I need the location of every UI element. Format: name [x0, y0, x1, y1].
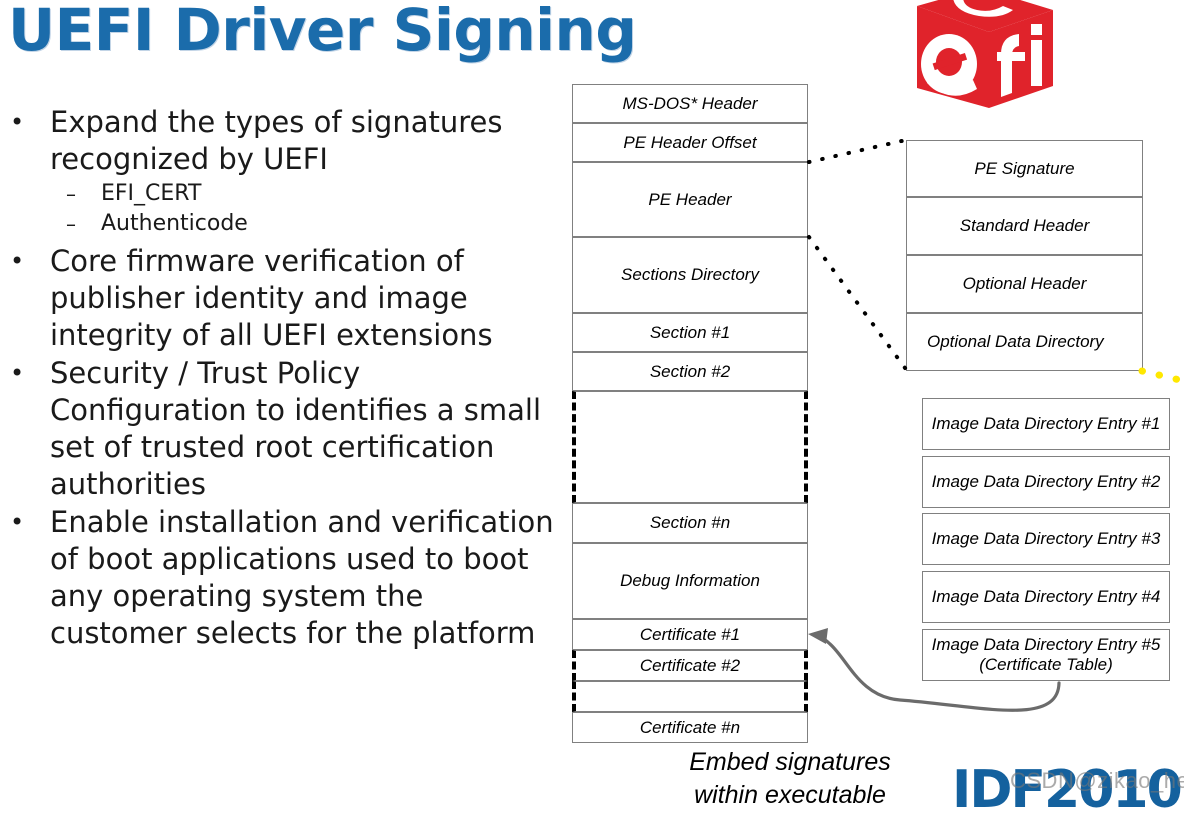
list-item: • Security / Trust Policy Configuration …	[0, 355, 560, 503]
data-directory-entry-label: Image Data Directory Entry #5 (Certifica…	[931, 635, 1161, 674]
list-item-label: Security / Trust Policy Configuration to…	[50, 356, 542, 501]
list-item: • Expand the types of signatures recogni…	[0, 104, 560, 178]
pe-box-certificates-ellipsis	[572, 681, 808, 712]
list-item-label: EFI_CERT	[101, 181, 202, 206]
caption-line-1: Embed signatures	[689, 748, 891, 776]
pe-box-pe-header-offset: PE Header Offset	[572, 123, 808, 162]
list-item-label: Authenticode	[101, 211, 248, 236]
data-directory-entry-label: Image Data Directory Entry #2	[931, 472, 1161, 491]
data-directory-entry-3: Image Data Directory Entry #3	[922, 513, 1170, 565]
page-title: UEFI Driver Signing	[8, 0, 637, 64]
caption-line-2: within executable	[694, 781, 886, 809]
list-item: – Authenticode	[0, 209, 560, 239]
pe-box-section-1: Section #1	[572, 313, 808, 352]
uefi-logo-cube	[917, 0, 1053, 108]
bullet-marker: •	[10, 359, 25, 387]
data-directory-entry-label: Image Data Directory Entry #3	[931, 529, 1161, 548]
list-item-label: Expand the types of signatures recognize…	[50, 105, 503, 176]
bullet-list: • Expand the types of signatures recogni…	[0, 104, 560, 653]
pe-box-certificate-1: Certificate #1	[572, 619, 808, 650]
list-item: • Core firmware verification of publishe…	[0, 243, 560, 354]
pe-box-section-2: Section #2	[572, 352, 808, 391]
data-directory-entry-4: Image Data Directory Entry #4	[922, 571, 1170, 623]
dotted-connector-yellow	[1138, 367, 1184, 385]
dotted-connector-upper	[807, 138, 908, 164]
data-directory-entry-label: Image Data Directory Entry #4	[931, 587, 1161, 606]
embed-signatures-caption: Embed signatures within executable	[650, 746, 930, 812]
pe-box-ms-dos-header: MS-DOS* Header	[572, 84, 808, 123]
bullet-marker: –	[66, 182, 76, 206]
data-directory-entry-label: Image Data Directory Entry #1	[931, 414, 1161, 433]
uefi-cube-logo	[917, 0, 1053, 108]
pe-box-sections-ellipsis	[572, 391, 808, 503]
pe-box-pe-header: PE Header	[572, 162, 808, 237]
bullet-marker: •	[10, 108, 25, 136]
detail-box-standard-header: Standard Header	[906, 197, 1143, 255]
data-directory-entry-5-certificate-table: Image Data Directory Entry #5 (Certifica…	[922, 629, 1170, 681]
list-item: • Enable installation and verification o…	[0, 504, 560, 652]
pe-box-certificate-n: Certificate #n	[572, 712, 808, 743]
detail-box-optional-data-directory: Optional Data Directory	[906, 313, 1143, 371]
detail-box-pe-signature: PE Signature	[906, 140, 1143, 197]
data-directory-entry-2: Image Data Directory Entry #2	[922, 456, 1170, 508]
list-item: – EFI_CERT	[0, 179, 560, 209]
pe-box-section-n: Section #n	[572, 503, 808, 543]
pe-box-sections-directory: Sections Directory	[572, 237, 808, 313]
certificate-table-arrowhead	[808, 628, 828, 644]
data-directory-entry-1: Image Data Directory Entry #1	[922, 398, 1170, 450]
bullet-marker: –	[66, 212, 76, 236]
watermark-text: CSDN@zikao_he	[1010, 768, 1184, 793]
bullet-marker: •	[10, 508, 25, 536]
list-item-label: Core firmware verification of publisher …	[50, 244, 493, 352]
dotted-connector-lower	[807, 235, 910, 374]
detail-box-optional-header: Optional Header	[906, 255, 1143, 313]
pe-box-certificate-2: Certificate #2	[572, 650, 808, 681]
bullet-marker: •	[10, 247, 25, 275]
pe-box-debug-information: Debug Information	[572, 543, 808, 619]
list-item-label: Enable installation and verification of …	[50, 505, 554, 650]
